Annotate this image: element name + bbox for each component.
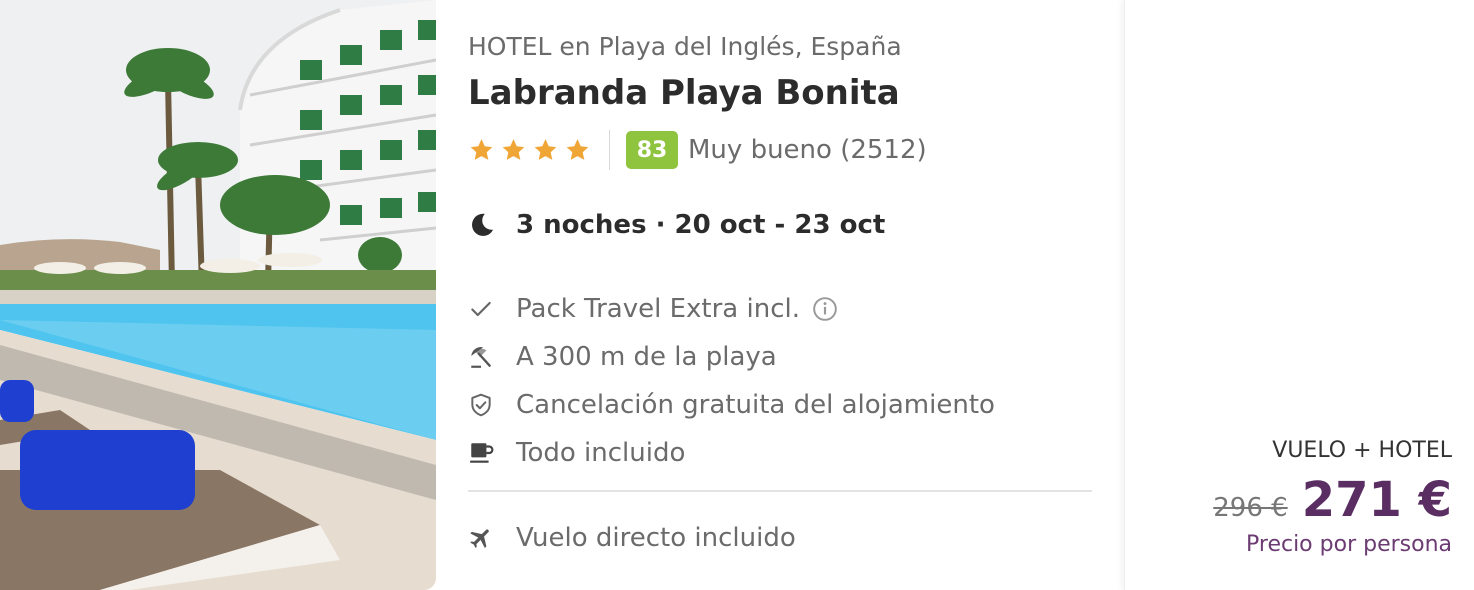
flight-label: Vuelo directo incluido: [516, 523, 796, 553]
rating-row: 83 Muy bueno (2512): [468, 130, 927, 170]
feature-item: Todo incluido: [468, 429, 1092, 477]
rating-divider: [609, 130, 610, 170]
feature-label: Todo incluido: [516, 438, 686, 468]
current-price: 271 €: [1301, 472, 1452, 528]
star-icon: [566, 139, 589, 160]
feature-item: Pack Travel Extra incl.: [468, 285, 1092, 333]
feature-item: Cancelación gratuita del alojamiento: [468, 381, 1092, 429]
feature-item: A 300 m de la playa: [468, 333, 1092, 381]
stay-dates: 3 noches · 20 oct - 23 oct: [468, 208, 885, 242]
hotel-name[interactable]: Labranda Playa Bonita: [468, 73, 900, 113]
price-panel[interactable]: VUELO + HOTEL 296 € 271 € Precio por per…: [1124, 0, 1474, 590]
pack-type: VUELO + HOTEL: [1272, 438, 1452, 463]
stay-dates-text: 3 noches · 20 oct - 23 oct: [516, 210, 886, 240]
feature-label: Pack Travel Extra incl.: [516, 294, 800, 324]
beach-umbrella-icon: [468, 340, 502, 374]
hotel-subtitle: HOTEL en Playa del Inglés, España: [468, 32, 902, 61]
hotel-photo[interactable]: [0, 0, 436, 590]
feature-list: Pack Travel Extra incl. A 300 m de la pl…: [468, 285, 1092, 477]
review-summary[interactable]: Muy bueno (2512): [688, 135, 927, 165]
check-icon: [468, 292, 502, 326]
divider: [468, 490, 1092, 492]
coffee-cup-icon: [468, 436, 502, 470]
price-per-person-note: Precio por persona: [1246, 532, 1452, 557]
feature-label: Cancelación gratuita del alojamiento: [516, 390, 995, 420]
score-badge: 83: [626, 131, 678, 169]
old-price: 296 €: [1213, 493, 1288, 523]
star-icon: [470, 139, 493, 160]
star-icon: [534, 139, 557, 160]
moon-icon: [468, 208, 502, 242]
shield-check-icon: [468, 388, 502, 422]
star-icon: [502, 139, 525, 160]
hotel-info: HOTEL en Playa del Inglés, España Labran…: [468, 0, 1092, 590]
airplane-icon: [468, 521, 502, 555]
info-icon[interactable]: [812, 296, 838, 322]
flight-info: Vuelo directo incluido: [468, 514, 796, 562]
star-rating: [468, 137, 591, 163]
feature-label: A 300 m de la playa: [516, 342, 777, 372]
price-line: 296 € 271 €: [1213, 472, 1452, 528]
